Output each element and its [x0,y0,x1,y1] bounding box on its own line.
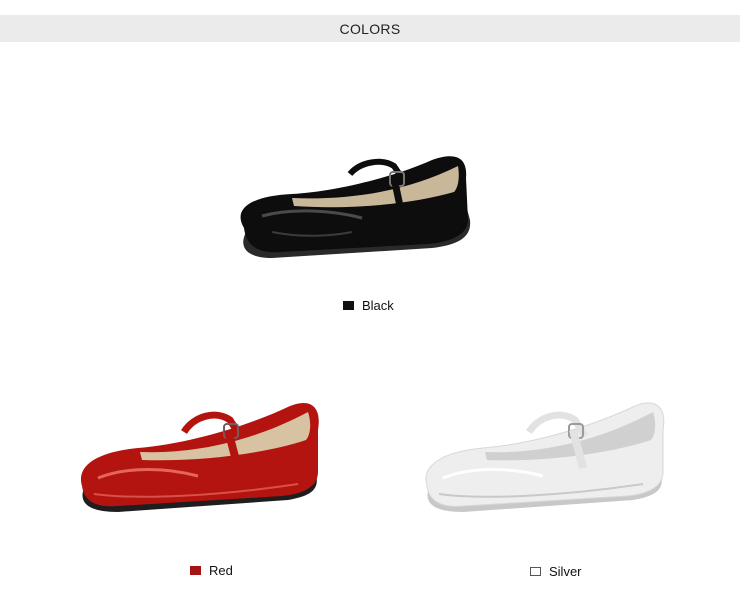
black-swatch [343,301,354,310]
color-option-silver[interactable]: Silver [530,564,582,579]
red-swatch [190,566,201,575]
black-shoe-image[interactable] [232,148,482,263]
black-label: Black [362,298,394,313]
silver-label: Silver [549,564,582,579]
silver-shoe-image[interactable] [423,396,668,516]
colors-heading: COLORS [339,20,401,37]
red-shoe-image[interactable] [78,396,323,516]
color-option-red[interactable]: Red [190,563,233,578]
color-option-black[interactable]: Black [343,298,394,313]
silver-swatch [530,567,541,576]
colors-header-bar: COLORS [0,15,740,42]
red-label: Red [209,563,233,578]
